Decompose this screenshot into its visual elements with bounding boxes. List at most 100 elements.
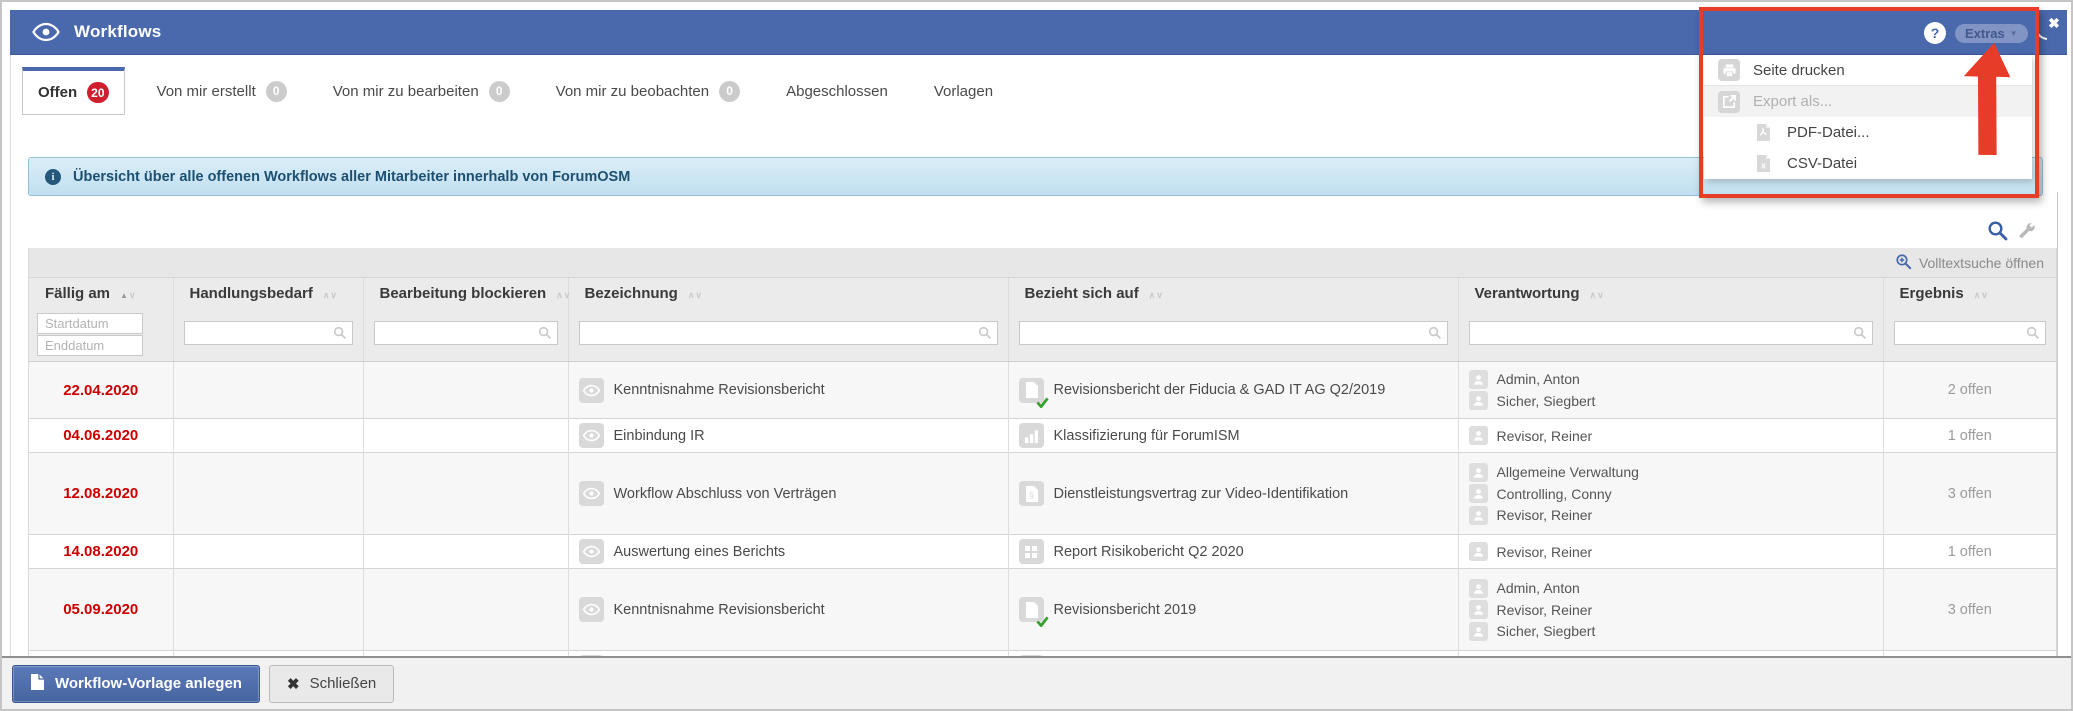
person-icon xyxy=(1468,484,1488,503)
result-count: 2 offen xyxy=(1882,361,2056,419)
sort-icon[interactable]: ∧∨ xyxy=(1149,290,1164,300)
page-icon xyxy=(30,673,45,695)
result-count: 3 offen xyxy=(1882,452,2056,535)
workflow-name: Kenntnisnahme Revisionsbericht xyxy=(613,601,825,618)
sort-icon[interactable]: ▲∨ xyxy=(120,290,137,300)
handlungsbedarf-cell xyxy=(172,568,363,651)
eye-icon xyxy=(32,22,60,42)
zoom-search-icon xyxy=(1895,253,1912,273)
eye-icon xyxy=(578,481,604,506)
end-date-filter-input[interactable] xyxy=(37,335,143,356)
sort-icon[interactable]: ∧∨ xyxy=(1590,290,1605,300)
scrollbar[interactable] xyxy=(2057,192,2058,660)
tab-offen[interactable]: Offen 20 xyxy=(22,67,125,115)
title-bar: Workflows xyxy=(10,10,2067,55)
export-icon xyxy=(1718,90,1740,113)
close-button[interactable]: ✖ Schließen xyxy=(268,664,395,703)
count-badge: 0 xyxy=(265,80,287,102)
tab-abgeschlossen[interactable]: Abgeschlossen xyxy=(786,83,888,100)
extras-button[interactable]: Extras ▼ xyxy=(1955,24,2028,43)
workflow-name: Einbindung IR xyxy=(613,427,705,444)
workflow-name: Workflow Abschluss von Verträgen xyxy=(613,485,837,502)
wrench-icon[interactable] xyxy=(2016,221,2036,246)
contract-icon: § xyxy=(1018,481,1044,506)
bezieht-sich-auf-filter-input[interactable] xyxy=(1018,320,1448,345)
reference-name: Revisionsbericht 2019 xyxy=(1053,601,1197,618)
workflow-name: Auswertung eines Berichts xyxy=(613,543,786,560)
result-count: 1 offen xyxy=(1882,418,2056,453)
person-icon xyxy=(1468,505,1488,525)
due-date: 22.04.2020 xyxy=(63,381,139,399)
reference-name: Revisionsbericht der Fiducia & GAD IT AG… xyxy=(1053,382,1386,398)
workflow-table: Volltextsuche öffnen Fällig am ▲∨ Handlun… xyxy=(28,248,2057,660)
bearbeitung-cell xyxy=(362,361,568,419)
bearbeitung-cell xyxy=(362,534,568,569)
table-row[interactable]: 14.08.2020 Auswertung eines Berichts Repor… xyxy=(29,534,2056,569)
sort-icon[interactable]: ∧∨ xyxy=(323,290,338,300)
bezeichnung-filter-input[interactable] xyxy=(578,320,998,345)
close-window-button[interactable]: ✖ xyxy=(2029,8,2067,46)
tab-bar: Offen 20 Von mir erstellt 0 Von mir zu bea… xyxy=(22,67,1039,115)
responsible-name: Sicher, Siegbert xyxy=(1496,392,1596,409)
responsible-name: Admin, Anton xyxy=(1496,371,1580,388)
column-header-ergebnis[interactable]: Ergebnis ∧∨ xyxy=(1882,278,2056,308)
open-count-badge: 20 xyxy=(87,82,109,103)
ergebnis-filter-input[interactable] xyxy=(1893,320,2046,345)
verantwortung-filter-input[interactable] xyxy=(1468,320,1873,345)
sort-icon[interactable]: ∧∨ xyxy=(688,290,703,300)
csv-file-icon: x xyxy=(1752,153,1774,175)
fulltext-search-link[interactable]: Volltextsuche öffnen xyxy=(1919,255,2044,271)
tab-vorlagen[interactable]: Vorlagen xyxy=(934,83,993,100)
search-icon[interactable] xyxy=(1987,220,2008,246)
svg-text:§: § xyxy=(1028,490,1033,500)
due-date: 04.06.2020 xyxy=(63,427,139,444)
create-workflow-template-button[interactable]: Workflow-Vorlage anlegen xyxy=(12,664,260,703)
magnifier-icon xyxy=(1428,326,1442,345)
person-icon xyxy=(1468,600,1488,619)
start-date-filter-input[interactable] xyxy=(37,313,143,334)
info-icon: i xyxy=(45,168,61,185)
column-header-handlungsbedarf[interactable]: Handlungsbedarf ∧∨ xyxy=(172,278,363,308)
handlungsbedarf-cell xyxy=(172,361,363,419)
responsible-name: Revisor, Reiner xyxy=(1496,507,1593,523)
handlungsbedarf-filter-input[interactable] xyxy=(183,320,353,345)
responsible-name: Revisor, Reiner xyxy=(1496,543,1593,560)
reference-name: Report Risikobericht Q2 2020 xyxy=(1053,543,1244,560)
sort-icon[interactable]: ∧∨ xyxy=(556,290,571,300)
responsible-name: Allgemeine Verwaltung xyxy=(1496,464,1639,480)
reference-name: Klassifizierung für ForumISM xyxy=(1053,427,1240,444)
column-header-bearbeitung-blockieren[interactable]: Bearbeitung blockieren ∧∨ xyxy=(362,278,571,308)
column-header-faellig-am[interactable]: Fällig am ▲∨ xyxy=(29,278,173,308)
sort-icon[interactable]: ∧∨ xyxy=(1974,290,1989,300)
tab-von-mir-zu-bearbeiten[interactable]: Von mir zu bearbeiten 0 xyxy=(333,80,510,102)
table-row[interactable]: 12.08.2020 Workflow Abschluss von Verträg… xyxy=(29,452,2056,535)
fulltext-search-bar: Volltextsuche öffnen xyxy=(29,248,2056,278)
column-header-bezieht-sich-auf[interactable]: Bezieht sich auf ∧∨ xyxy=(1007,278,1458,308)
help-button[interactable]: ? xyxy=(1924,22,1946,44)
tab-von-mir-erstellt[interactable]: Von mir erstellt 0 xyxy=(157,80,287,102)
table-row[interactable]: 22.04.2020 Kenntnisnahme Revisionsbericht… xyxy=(29,361,2056,419)
count-badge: 0 xyxy=(488,80,510,102)
workflow-name: Kenntnisnahme Revisionsbericht xyxy=(613,382,825,398)
result-count: 3 offen xyxy=(1882,568,2056,651)
due-date: 12.08.2020 xyxy=(63,485,139,502)
magnifier-icon xyxy=(2026,326,2040,345)
svg-text:x: x xyxy=(1760,161,1765,171)
column-header-bezeichnung[interactable]: Bezeichnung ∧∨ xyxy=(567,278,1008,308)
bearbeitung-filter-input[interactable] xyxy=(373,320,558,345)
responsible-name: Sicher, Siegbert xyxy=(1496,623,1596,639)
report-icon xyxy=(1018,539,1044,564)
person-icon xyxy=(1468,462,1488,482)
person-icon xyxy=(1468,426,1488,445)
table-row[interactable]: 04.06.2020 Einbindung IR Klassifizierung f… xyxy=(29,418,2056,453)
tab-von-mir-zu-beobachten[interactable]: Von mir zu beobachten 0 xyxy=(556,80,741,102)
eye-icon xyxy=(578,539,604,564)
responsible-name: Revisor, Reiner xyxy=(1496,427,1593,444)
table-row[interactable]: 05.09.2020 Kenntnisnahme Revisionsbericht… xyxy=(29,568,2056,651)
menu-item-seite-drucken[interactable]: Seite drucken xyxy=(1704,55,2032,86)
menu-item-csv-datei[interactable]: x CSV-Datei xyxy=(1704,148,2032,179)
magnifier-icon xyxy=(333,326,347,345)
bearbeitung-cell xyxy=(362,568,568,651)
menu-item-pdf-datei[interactable]: PDF-Datei... xyxy=(1704,117,2032,148)
column-header-verantwortung[interactable]: Verantwortung ∧∨ xyxy=(1457,278,1883,308)
